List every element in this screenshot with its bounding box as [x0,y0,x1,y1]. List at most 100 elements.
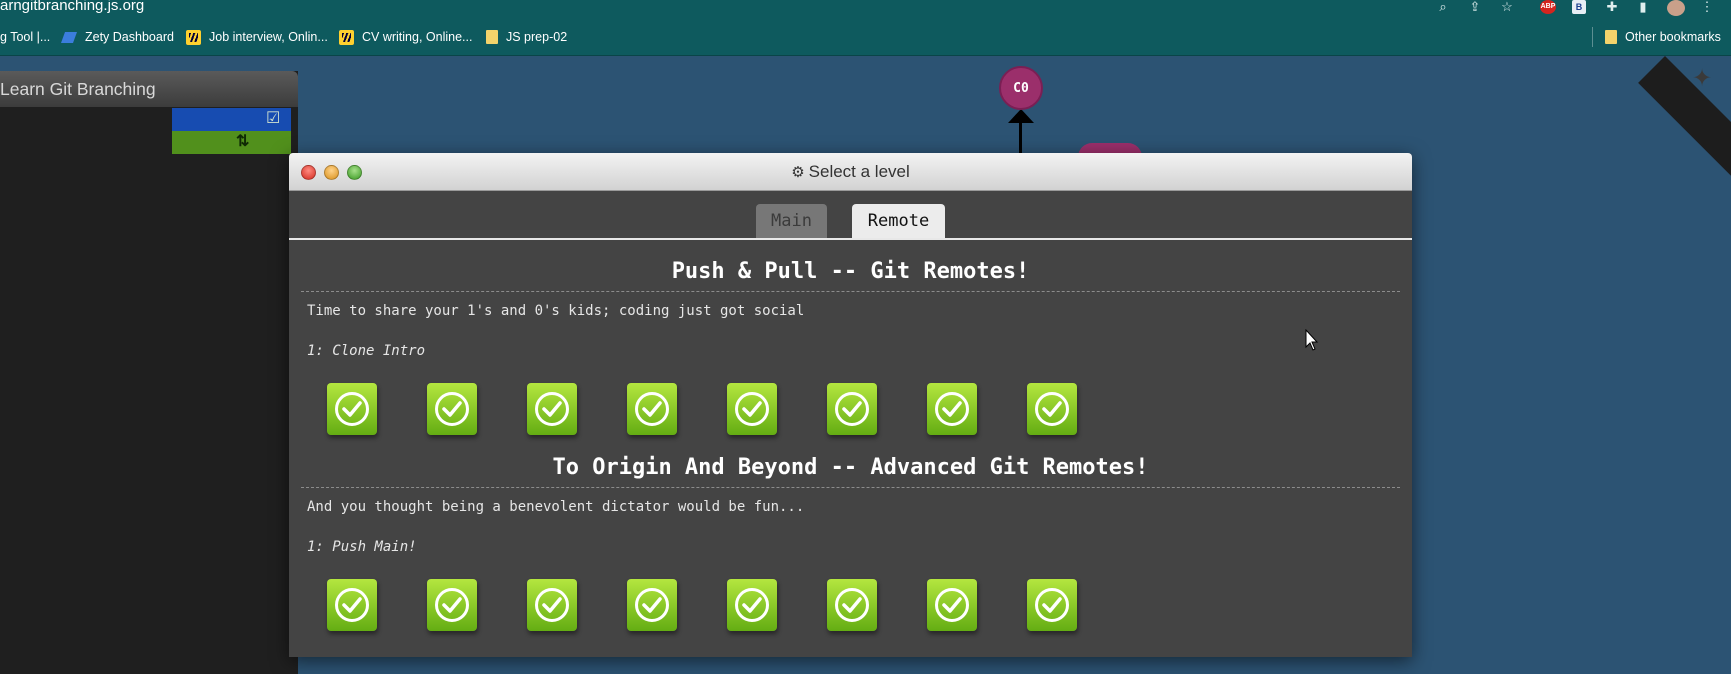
url-text[interactable]: arngitbranching.js.org [0,0,144,14]
check-circle-icon [535,588,569,622]
check-circle-icon [335,392,369,426]
bookmarks-separator [1592,27,1593,47]
level-icon-row [327,383,1077,435]
modal-title-text: Select a level [808,162,910,181]
bookmarks-bar: g Tool |... Zety Dashboard Job interview… [0,18,1731,56]
sequence-title: To Origin And Beyond -- Advanced Git Rem… [552,455,1149,480]
check-circle-icon [635,588,669,622]
checkmark-icon [842,597,862,613]
terminal-pane [0,71,298,674]
commit-label: C0 [1013,80,1029,96]
command-row-undo[interactable]: ⇅ [172,131,291,154]
other-bookmarks[interactable]: Other bookmarks [1605,27,1721,47]
bookmark-item[interactable]: g Tool |... [0,27,50,47]
star-icon[interactable]: ☆ [1498,0,1516,16]
commit-edge [1019,120,1022,156]
level-complete-button[interactable] [927,383,977,435]
checkmark-icon [942,401,962,417]
checkmark-icon [342,597,362,613]
checkmark-icon [1042,597,1062,613]
check-circle-icon [435,588,469,622]
level-complete-button[interactable] [627,579,677,631]
level-complete-button[interactable] [427,383,477,435]
level-complete-button[interactable] [827,383,877,435]
sequence-description: And you thought being a benevolent dicta… [307,499,805,515]
check-circle-icon [335,588,369,622]
check-circle-icon [535,392,569,426]
modal-titlebar: ⚙ Select a level [289,153,1412,191]
check-circle-icon [1035,392,1069,426]
check-circle-icon [735,588,769,622]
check-circle-icon [1035,588,1069,622]
folder-icon [486,30,498,44]
checkmark-icon [642,401,662,417]
sequence-divider [301,291,1400,292]
sidepanel-icon[interactable]: ▮ [1634,0,1652,16]
swap-icon: ⇅ [236,133,250,150]
bookmark-item[interactable]: CV writing, Online... [339,27,472,47]
miro-icon [186,29,201,45]
level-complete-button[interactable] [527,579,577,631]
sequence-description: Time to share your 1's and 0's kids; cod… [307,303,805,319]
tab-remote[interactable]: Remote [852,204,945,238]
checkmark-icon [942,597,962,613]
level-complete-button[interactable] [927,579,977,631]
terminal-header: Learn Git Branching [0,71,298,107]
level-complete-button[interactable] [427,579,477,631]
bookmark-item[interactable]: JS prep-02 [486,27,567,47]
zety-icon [62,30,77,45]
mouse-cursor-icon [1305,329,1319,351]
bookmark-item[interactable]: Zety Dashboard [62,27,174,47]
checkmark-icon [542,597,562,613]
bookmark-label: Zety Dashboard [85,30,174,44]
checkmark-icon [342,401,362,417]
adblock-icon[interactable]: ABP [1540,0,1556,14]
check-circle-icon [435,392,469,426]
checkmark-icon [442,401,462,417]
level-complete-button[interactable] [327,579,377,631]
level-complete-button[interactable] [827,579,877,631]
level-complete-button[interactable] [727,579,777,631]
tab-divider [289,238,1412,240]
sequence-current-level: 1: Clone Intro [307,343,426,359]
check-circle-icon [935,392,969,426]
check-circle-icon [635,392,669,426]
commit-node-c0[interactable]: C0 [999,66,1043,110]
extension-b-icon[interactable]: B [1572,0,1586,14]
checkmark-icon [442,597,462,613]
bookmark-label: JS prep-02 [506,30,568,44]
command-row-objective[interactable]: ☑ [172,108,291,131]
address-bar[interactable]: arngitbranching.js.org ⌕ ⇪ ☆ ABP B ✚ ▮ ⋮ [0,0,1731,18]
bookmark-label: CV writing, Online... [362,30,473,44]
checkmark-icon [542,401,562,417]
level-complete-button[interactable] [1027,383,1077,435]
sequence-divider [301,487,1400,488]
checkmark-icon [642,597,662,613]
octocat-icon[interactable]: ✦ [1692,66,1718,92]
folder-icon [1605,30,1617,44]
checkmark-icon [742,401,762,417]
menu-icon[interactable]: ⋮ [1698,0,1716,16]
level-complete-button[interactable] [327,383,377,435]
checkbox-icon: ☑ [266,110,281,127]
bookmark-label: Job interview, Onlin... [209,30,328,44]
bookmark-item[interactable]: Job interview, Onlin... [186,27,328,47]
level-icon-row [327,579,1077,631]
puzzle-icon[interactable]: ✚ [1603,0,1621,16]
sequence-title: Push & Pull -- Git Remotes! [671,259,1030,284]
zoom-icon[interactable]: ⌕ [1434,0,1452,16]
profile-avatar[interactable] [1667,0,1685,16]
tab-main[interactable]: Main [756,204,827,238]
level-complete-button[interactable] [727,383,777,435]
level-complete-button[interactable] [527,383,577,435]
check-circle-icon [935,588,969,622]
other-bookmarks-label: Other bookmarks [1625,30,1721,44]
checkmark-icon [842,401,862,417]
level-select-modal: ⚙ Select a level Main Remote Push & Pull… [289,153,1412,657]
checkmark-icon [742,597,762,613]
share-icon[interactable]: ⇪ [1466,0,1484,16]
level-complete-button[interactable] [627,383,677,435]
gear-icon: ⚙ [791,164,805,181]
level-complete-button[interactable] [1027,579,1077,631]
check-circle-icon [835,392,869,426]
